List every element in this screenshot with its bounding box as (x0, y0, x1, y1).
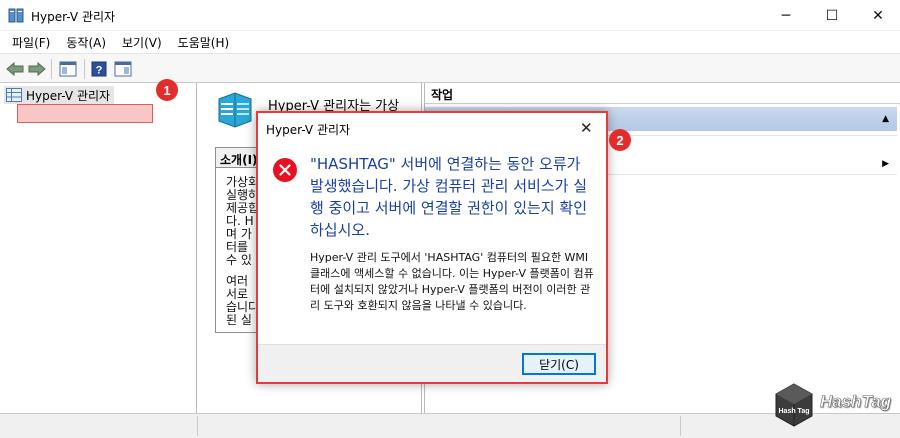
dialog-body: "HASHTAG" 서버에 연결하는 동안 오류가 발생했습니다. 가상 컴퓨터… (258, 144, 606, 344)
intro-line: 실행하 (226, 188, 260, 202)
actions-header: 작업 (425, 86, 900, 104)
console-tree-icon (59, 61, 77, 77)
help-icon: ? (91, 61, 107, 77)
close-dialog-button[interactable]: 닫기(C) (522, 353, 596, 375)
svg-text:Hash Tag: Hash Tag (779, 408, 810, 415)
status-separator (197, 416, 198, 436)
dialog-title-bar: Hyper-V 관리자 ✕ (258, 113, 606, 144)
menu-view[interactable]: 보기(V) (116, 34, 168, 51)
intro-line: 터를 (226, 240, 249, 254)
error-icon (273, 158, 297, 182)
tree-item-label: Hyper-V 관리자 (26, 88, 111, 103)
help-button[interactable]: ? (89, 59, 109, 79)
intro-line: 여러 (226, 274, 249, 288)
annotation-badge-1: 1 (156, 79, 178, 101)
intro-line: 서로 (226, 287, 249, 301)
tree-item-hyper-v-manager[interactable]: Hyper-V 관리자 (4, 86, 115, 104)
error-dialog: Hyper-V 관리자 ✕ "HASHTAG" 서버에 연결하는 동안 오류가 … (256, 111, 608, 384)
toolbar-separator (51, 59, 52, 79)
dialog-main-instruction: "HASHTAG" 서버에 연결하는 동안 오류가 발생했습니다. 가상 컴퓨터… (310, 155, 588, 239)
show-hide-action-pane-button[interactable] (113, 59, 133, 79)
minimize-button[interactable]: ─ (763, 0, 809, 31)
forward-button[interactable] (27, 59, 47, 79)
hyper-v-tree-icon (6, 88, 22, 102)
back-button[interactable] (5, 59, 25, 79)
toolbar-separator (84, 59, 85, 79)
dialog-footer: 닫기(C) (258, 344, 606, 382)
svg-text:?: ? (96, 65, 103, 77)
hyper-v-app-icon (8, 8, 24, 23)
console-tree-pane: Hyper-V 관리자 (0, 83, 197, 413)
menu-help[interactable]: 도움말(H) (172, 34, 236, 51)
title-bar: Hyper-V 관리자 ─ ☐ ✕ (0, 0, 900, 31)
intro-line: 다. H (226, 214, 254, 228)
submenu-arrow-icon: ▶ (882, 159, 889, 169)
intro-line: 가상화 (226, 175, 260, 189)
menu-file[interactable]: 파일(F) (6, 34, 56, 51)
status-bar (0, 413, 900, 438)
show-hide-console-tree-button[interactable] (58, 59, 78, 79)
close-icon: ✕ (872, 7, 884, 24)
intro-line: 며 가 (226, 227, 252, 241)
toolbar: ? (0, 53, 900, 83)
hashtag-watermark: Hash Tag HashTag (774, 380, 894, 430)
collapse-up-icon: ▲ (882, 114, 889, 124)
intro-line: 수 있 (226, 253, 252, 267)
dialog-content-text: Hyper-V 관리 도구에서 'HASHTAG' 컴퓨터의 필요한 WMI 클… (310, 251, 594, 312)
intro-line: 제공합 (226, 201, 260, 215)
close-window-button[interactable]: ✕ (855, 0, 900, 31)
dialog-close-icon[interactable]: ✕ (580, 119, 593, 137)
maximize-icon: ☐ (825, 7, 839, 24)
menu-action[interactable]: 동작(A) (60, 34, 112, 51)
status-separator (680, 416, 681, 436)
watermark-text: HashTag (820, 392, 892, 412)
forward-arrow-icon (28, 62, 46, 76)
menu-bar: 파일(F) 동작(A) 보기(V) 도움말(H) (0, 31, 900, 53)
pane-icon (114, 61, 132, 77)
annotation-badge-2: 2 (609, 129, 631, 151)
maximize-button[interactable]: ☐ (809, 0, 855, 31)
back-arrow-icon (6, 62, 24, 76)
dialog-title: Hyper-V 관리자 (266, 123, 351, 137)
annotation-highlight-box (17, 104, 153, 123)
intro-line: 습니다 (226, 300, 260, 314)
window-title: Hyper-V 관리자 (31, 10, 116, 24)
minimize-icon: ─ (781, 7, 791, 24)
intro-line: 된 실 (226, 313, 252, 327)
server-icon (218, 92, 252, 128)
hashtag-logo-icon: Hash Tag (775, 383, 813, 427)
